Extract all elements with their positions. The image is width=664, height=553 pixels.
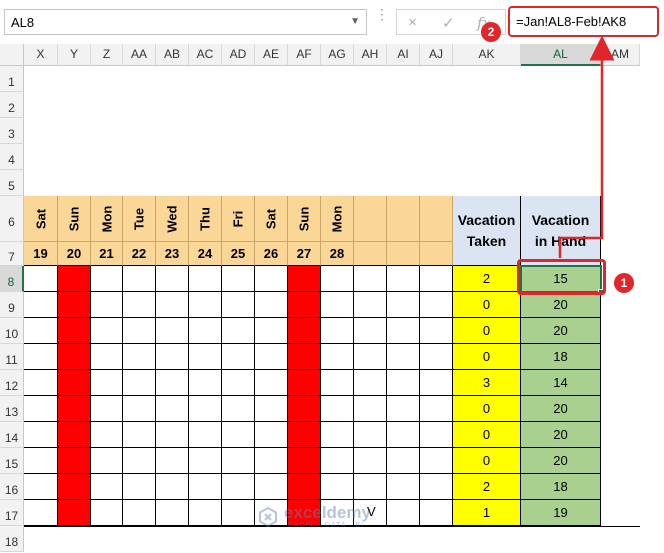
cell-text: V bbox=[367, 504, 376, 519]
exceldemy-logo-icon bbox=[259, 507, 277, 527]
callout-badge-1: 1 bbox=[614, 273, 634, 293]
excel-window: AL8 ▼ ⋮ × ✓ fx =Jan!AL8-Feb!AK8 2 XYZAAA… bbox=[0, 0, 664, 553]
watermark: exceldemy EXCEL · DATA · BI bbox=[258, 503, 418, 533]
highlight-box bbox=[517, 259, 606, 295]
watermark-tagline: EXCEL · DATA · BI bbox=[288, 522, 364, 529]
watermark-name: exceldemy bbox=[284, 503, 371, 522]
